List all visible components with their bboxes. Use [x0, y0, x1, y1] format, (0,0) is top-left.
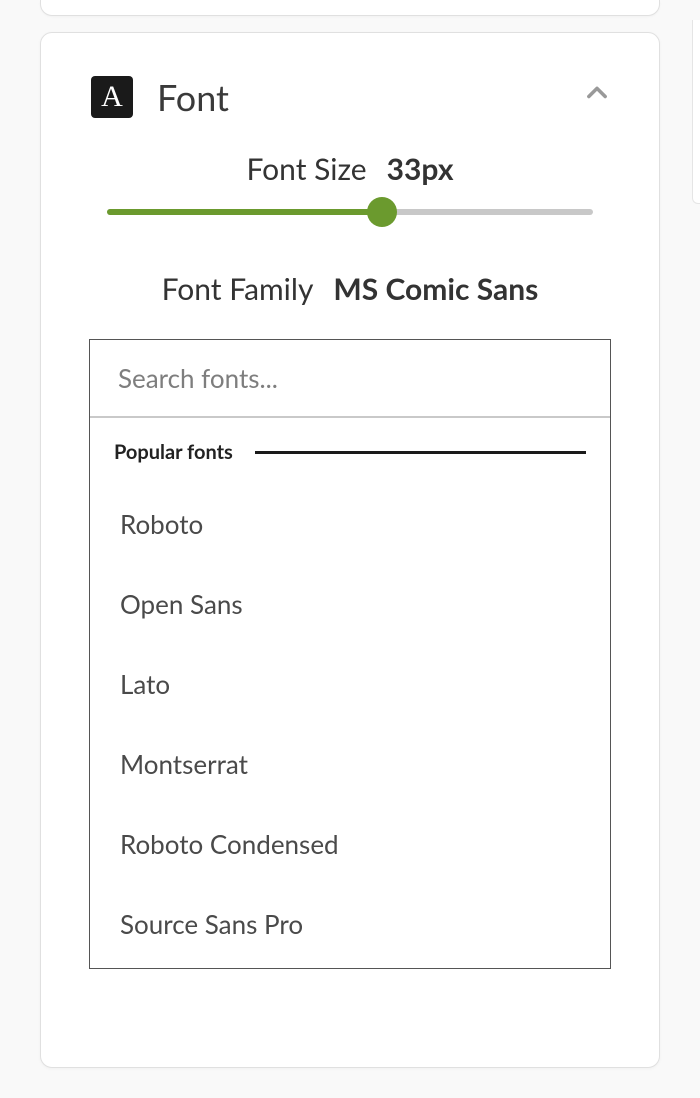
font-size-value: 33px: [387, 151, 454, 187]
font-family-label: Font Family: [162, 271, 314, 307]
font-size-label: Font Size: [247, 151, 367, 187]
previous-panel-stub: [40, 0, 660, 16]
font-family-row: Font Family MS Comic Sans: [41, 271, 659, 307]
section-header: Popular fonts: [90, 418, 610, 484]
font-family-value: MS Comic Sans: [333, 271, 538, 307]
font-item[interactable]: Open Sans: [90, 564, 610, 644]
search-input[interactable]: [90, 340, 610, 418]
section-label: Popular fonts: [114, 440, 233, 464]
right-panel-stub: [692, 20, 700, 204]
font-panel: A Font Font Size 33px Font Family MS Com…: [40, 32, 660, 1068]
slider-thumb[interactable]: [367, 197, 397, 227]
font-item[interactable]: Source Sans Pro: [90, 884, 610, 964]
font-item[interactable]: Lato: [90, 644, 610, 724]
chevron-up-icon: [583, 79, 611, 107]
font-picker: Popular fonts Roboto Open Sans Lato Mont…: [89, 339, 611, 969]
font-item[interactable]: Roboto Condensed: [90, 804, 610, 884]
font-item[interactable]: Roboto: [90, 484, 610, 564]
font-item[interactable]: Montserrat: [90, 724, 610, 804]
panel-header: A Font: [41, 75, 659, 119]
font-icon: A: [91, 76, 133, 118]
font-list: Roboto Open Sans Lato Montserrat Roboto …: [90, 484, 610, 964]
font-size-slider[interactable]: [41, 209, 659, 215]
section-rule: [255, 451, 586, 454]
font-size-row: Font Size 33px: [41, 151, 659, 187]
slider-fill: [107, 209, 382, 215]
font-icon-glyph: A: [101, 80, 123, 114]
collapse-toggle[interactable]: [583, 79, 611, 111]
slider-track: [107, 209, 593, 215]
panel-title: Font: [157, 75, 229, 119]
